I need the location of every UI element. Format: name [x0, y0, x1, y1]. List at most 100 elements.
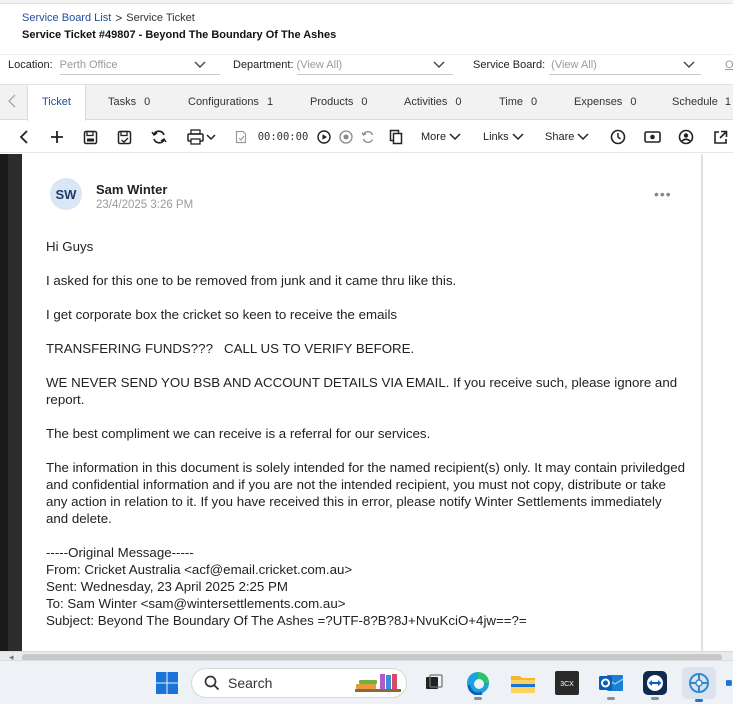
chevron-down-icon — [512, 133, 524, 141]
copy-icon[interactable] — [387, 127, 405, 147]
tab-products[interactable]: Products 0 — [310, 85, 368, 120]
links-label: Links — [483, 131, 509, 143]
tab-scroll-left-icon[interactable] — [8, 94, 16, 113]
service-board-filter[interactable]: Service Board: (View All) — [473, 59, 701, 75]
open-external-icon[interactable] — [710, 127, 730, 147]
reset-timer-icon[interactable] — [360, 127, 376, 147]
more-label: More — [421, 131, 447, 143]
breadcrumb-current: Service Ticket — [126, 12, 195, 24]
tab-label: Time — [499, 96, 524, 108]
3cx-app-icon[interactable]: 3CX — [553, 669, 581, 697]
tab-bar: Ticket Tasks 0 Configurations 1 Products 0 … — [0, 84, 733, 121]
search-label: Search — [228, 675, 273, 691]
windows-taskbar: Search 3CX — [0, 660, 733, 704]
share-menu-button[interactable]: Share — [545, 127, 589, 147]
chevron-down-icon[interactable] — [194, 58, 206, 73]
tab-count: 0 — [144, 96, 151, 108]
play-icon[interactable] — [316, 127, 332, 147]
more-menu-button[interactable]: More — [421, 127, 461, 147]
outlook-icon[interactable] — [597, 669, 625, 700]
teamviewer-icon[interactable] — [641, 669, 669, 700]
clock-icon[interactable] — [608, 127, 628, 147]
service-board-label: Service Board: — [473, 59, 546, 71]
breadcrumb-service-board-list[interactable]: Service Board List — [22, 12, 111, 24]
note-paragraph: The best compliment we can receive is a … — [46, 426, 431, 441]
original-message: -----Original Message----- From: Cricket… — [46, 544, 686, 629]
links-menu-button[interactable]: Links — [483, 127, 524, 147]
overflow-app-icon[interactable] — [726, 669, 733, 697]
location-underline — [60, 74, 220, 75]
save-icon[interactable] — [80, 127, 100, 147]
note-timestamp: 23/4/2025 3:26 PM — [96, 199, 194, 211]
note-body: Hi Guys I asked for this one to be remov… — [46, 238, 686, 629]
save-and-close-icon[interactable] — [114, 127, 134, 147]
avatar: SW — [50, 178, 82, 210]
location-filter[interactable]: Location: Perth Office — [8, 59, 220, 75]
tab-count: 0 — [361, 96, 368, 108]
refresh-icon[interactable] — [148, 127, 170, 147]
active-indicator — [695, 699, 703, 702]
original-message-line: From: Cricket Australia <acf@email.crick… — [46, 562, 353, 577]
edge-browser-icon[interactable] — [464, 669, 492, 700]
tab-activities[interactable]: Activities 0 — [404, 85, 462, 120]
location-label: Location: — [8, 59, 53, 71]
tab-label: Expenses — [574, 96, 623, 108]
running-indicator — [651, 697, 659, 700]
timer-display: 00:00:00 — [257, 131, 309, 143]
running-indicator — [474, 697, 482, 700]
task-view-icon[interactable] — [420, 669, 448, 697]
running-indicator — [607, 697, 615, 700]
filter-bar: Location: Perth Office Department: (View… — [0, 54, 733, 78]
tab-configurations[interactable]: Configurations 1 — [188, 85, 273, 120]
expense-icon[interactable] — [642, 127, 662, 147]
original-message-line: -----Original Message----- — [46, 545, 194, 560]
department-label: Department: — [233, 59, 294, 71]
service-board-value[interactable]: (View All) — [551, 59, 597, 71]
chevron-down-icon[interactable] — [433, 58, 445, 73]
tab-time[interactable]: Time 0 — [499, 85, 537, 120]
chevron-down-icon[interactable] — [683, 58, 695, 73]
department-value[interactable]: (View All) — [297, 59, 343, 71]
toolbar: 00:00:00 More Links Share — [0, 121, 733, 153]
tab-count: 0 — [630, 96, 637, 108]
books-icon — [354, 672, 402, 697]
note-card: SW Sam Winter 23/4/2025 3:26 PM ••• Hi G… — [24, 154, 701, 651]
back-icon[interactable] — [14, 127, 34, 147]
tab-label: Products — [310, 96, 354, 108]
tab-schedule[interactable]: Schedule 1 — [672, 85, 731, 120]
tab-count: 1 — [724, 96, 731, 108]
search-icon — [204, 675, 220, 691]
tab-expenses[interactable]: Expenses 0 — [574, 85, 636, 120]
tab-label: Schedule — [672, 96, 718, 108]
breadcrumb: Service Board List > Service Ticket — [22, 11, 195, 25]
note-author: Sam Winter — [96, 182, 168, 197]
more-options-icon[interactable]: ••• — [654, 186, 672, 202]
chevron-down-icon — [577, 133, 589, 141]
file-explorer-icon[interactable] — [509, 669, 537, 697]
contact-icon[interactable] — [676, 127, 696, 147]
share-label: Share — [545, 131, 575, 143]
service-board-underline — [549, 74, 701, 75]
note-paragraph: I get corporate box the cricket so keen … — [46, 307, 398, 322]
note-paragraph: TRANSFERING FUNDS??? CALL US TO VERIFY B… — [46, 341, 415, 356]
tab-label: Activities — [404, 96, 448, 108]
note-paragraph: The information in this document is sole… — [46, 460, 686, 526]
stop-icon[interactable] — [338, 127, 354, 147]
tab-ticket[interactable]: Ticket — [27, 85, 86, 121]
ticket-content: SW Sam Winter 23/4/2025 3:26 PM ••• Hi G… — [0, 154, 733, 651]
location-value[interactable]: Perth Office — [60, 59, 118, 71]
department-underline — [297, 74, 453, 75]
taskbar-search[interactable]: Search — [191, 668, 407, 698]
tab-label: Configurations — [188, 96, 259, 108]
tab-tasks[interactable]: Tasks 0 — [108, 85, 150, 120]
print-menu[interactable] — [184, 127, 220, 147]
overflow-filter-label[interactable]: Or — [725, 59, 733, 71]
note-paragraph: I asked for this one to be removed from … — [46, 273, 457, 288]
windows-start-icon[interactable] — [153, 669, 181, 697]
connectwise-app-icon[interactable] — [682, 667, 716, 702]
overflow-filter[interactable]: Or — [722, 59, 733, 71]
add-icon[interactable] — [47, 127, 67, 147]
timer-sheet-icon[interactable] — [234, 127, 248, 147]
department-filter[interactable]: Department: (View All) — [233, 59, 453, 75]
tab-label: Tasks — [108, 96, 137, 108]
